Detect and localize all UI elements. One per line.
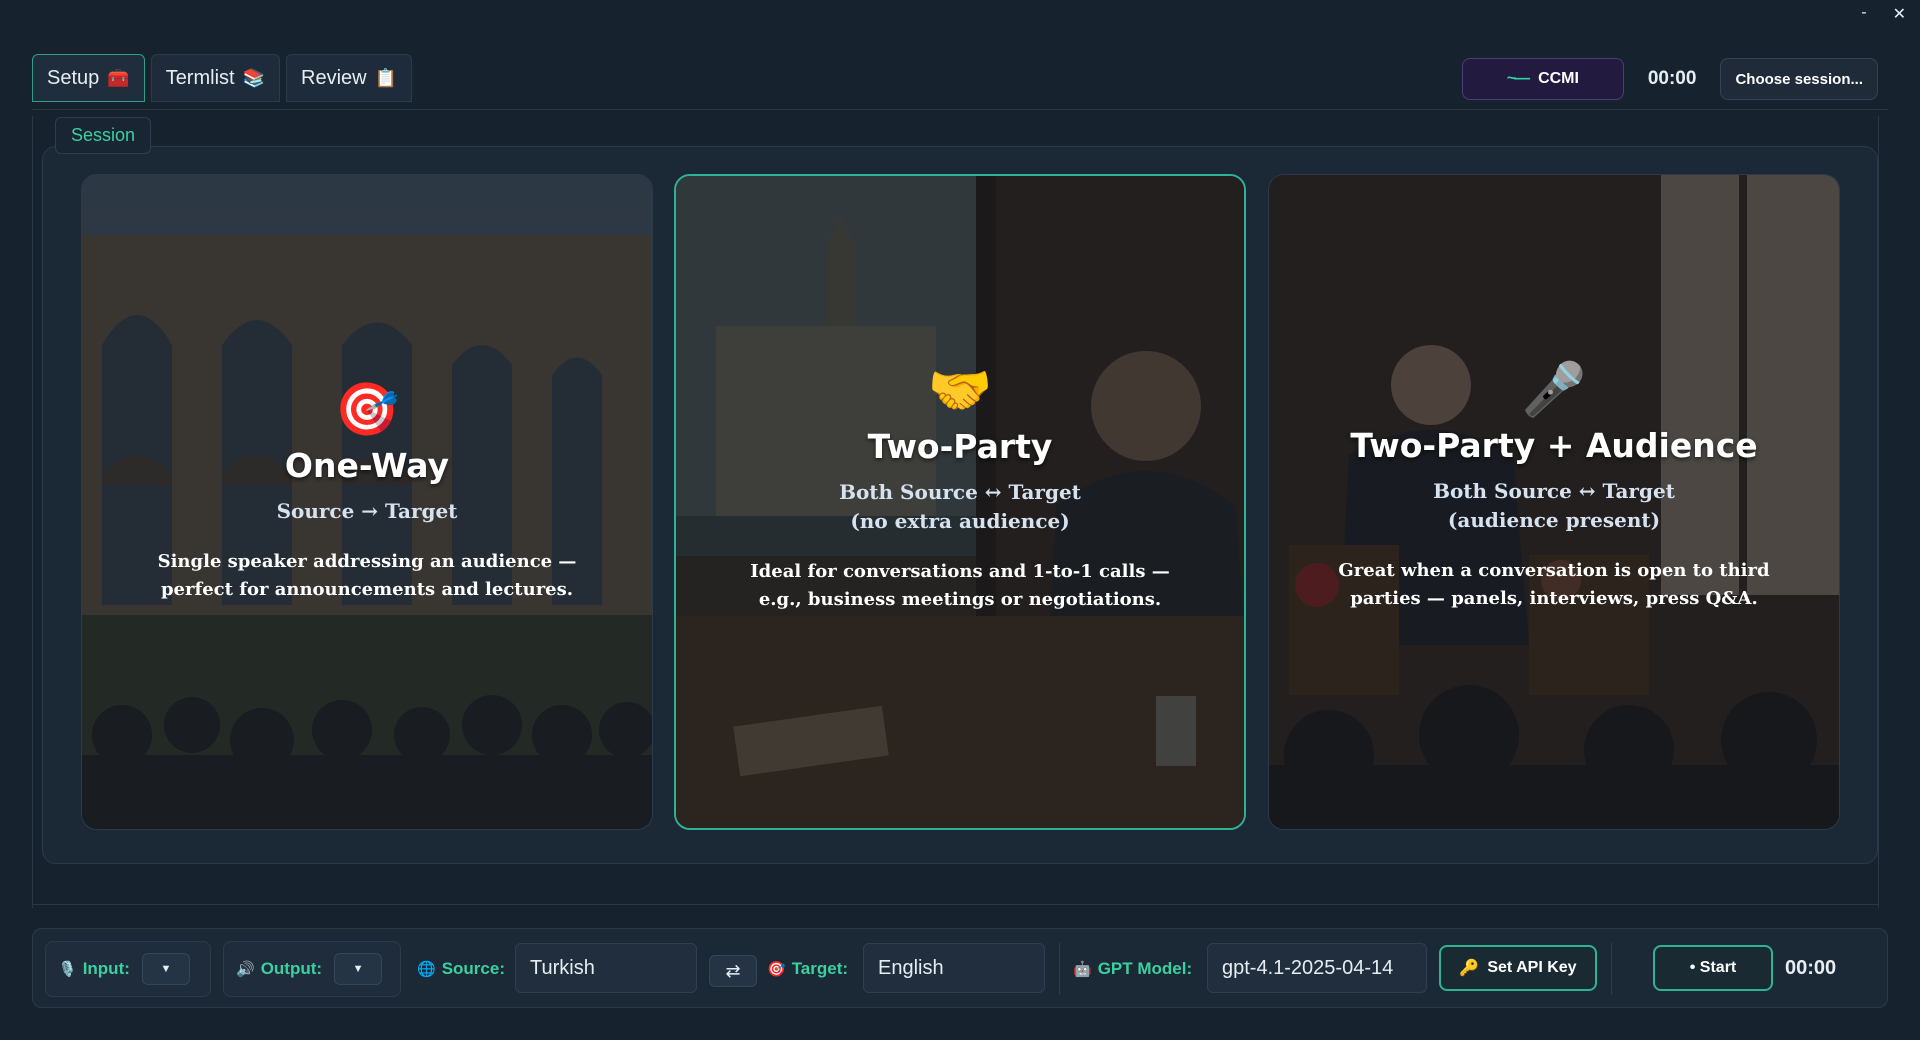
card-content: 🤝 Two-Party Both Source ↔ Target (no ext… xyxy=(676,361,1244,614)
target-icon: 🎯 xyxy=(767,961,786,978)
card-subtitle-line: (audience present) xyxy=(1447,508,1661,532)
card-subtitle: Both Source ↔ Target (audience present) xyxy=(1269,477,1839,535)
card-subtitle: Source → Target xyxy=(276,499,458,523)
target-label: 🎯 Target: xyxy=(767,941,848,997)
brand-button[interactable]: ~— CCMI xyxy=(1461,58,1624,100)
target-icon: 🎯 xyxy=(334,380,400,440)
tab-setup[interactable]: Setup 🧰 xyxy=(32,54,145,102)
tab-bar: Setup 🧰 Termlist 📚 Review 📋 xyxy=(32,54,412,102)
card-content: 🎤 Two-Party + Audience Both Source ↔ Tar… xyxy=(1269,360,1839,613)
output-label: 🔊 Output: xyxy=(236,959,322,979)
section-divider xyxy=(32,904,1878,905)
input-device-dropdown[interactable]: ▼ xyxy=(141,953,190,985)
target-language-select[interactable]: English xyxy=(863,943,1045,993)
source-language-select[interactable]: Turkish xyxy=(515,943,697,993)
mode-card-two-party[interactable]: 🤝 Two-Party Both Source ↔ Target (no ext… xyxy=(674,174,1246,830)
signal-icon: ~— xyxy=(1506,70,1530,87)
key-icon: 🔑 xyxy=(1459,960,1480,977)
robot-icon: 🤖 xyxy=(1073,961,1092,978)
card-subtitle-line: (no extra audience) xyxy=(850,509,1070,533)
elapsed-timer: 00:00 xyxy=(1785,957,1837,979)
model-label-wrap: 🤖 GPT Model: xyxy=(1073,959,1192,979)
card-description-line: perfect for announcements and lectures. xyxy=(160,579,574,600)
globe-icon: 🌐 xyxy=(417,961,436,978)
set-api-key-button[interactable]: 🔑 Set API Key xyxy=(1439,945,1597,991)
choose-session-button[interactable]: Choose session... xyxy=(1720,58,1878,100)
clipboard-icon: 📋 xyxy=(374,67,397,88)
card-subtitle-line: Both Source ↔ Target xyxy=(1433,479,1675,503)
gpt-model-select[interactable]: gpt-4.1-2025-04-14 xyxy=(1207,943,1427,993)
tab-label: Termlist xyxy=(165,66,235,89)
output-device-dropdown[interactable]: ▼ xyxy=(334,953,383,985)
card-subtitle-line: Both Source ↔ Target xyxy=(839,480,1081,504)
target-label-wrap: 🎯 Target: xyxy=(767,959,848,979)
card-description-line: Great when a conversation is open to thi… xyxy=(1338,560,1770,581)
mode-card-two-party-audience[interactable]: 🎤 Two-Party + Audience Both Source ↔ Tar… xyxy=(1268,174,1840,830)
session-group-label: Session xyxy=(55,117,152,154)
window-controls: - ✕ xyxy=(1861,4,1906,24)
output-device-group: 🔊 Output: ▼ xyxy=(223,941,401,997)
card-subtitle: Both Source ↔ Target (no extra audience) xyxy=(676,478,1244,536)
model-label-text: GPT Model: xyxy=(1097,959,1193,978)
swap-languages-button[interactable]: ⇄ xyxy=(709,955,757,987)
tab-label: Setup xyxy=(47,66,100,89)
card-title: One-Way xyxy=(284,446,450,485)
separator xyxy=(1059,943,1060,995)
speaker-icon: 🔊 xyxy=(236,961,255,978)
separator xyxy=(1611,943,1612,995)
card-title: Two-Party + Audience xyxy=(1350,426,1758,465)
card-description-line: e.g., business meetings or negotiations. xyxy=(758,589,1162,610)
card-description-line: Ideal for conversations and 1-to-1 calls… xyxy=(750,561,1170,582)
brand-label: CCMI xyxy=(1538,70,1579,87)
input-label-text: Input: xyxy=(82,959,130,978)
api-key-label: Set API Key xyxy=(1487,959,1577,976)
handshake-icon: 🤝 xyxy=(927,361,993,421)
target-label-text: Target: xyxy=(791,959,849,978)
tab-label: Review xyxy=(301,66,367,89)
tab-review[interactable]: Review 📋 xyxy=(286,54,412,102)
microphone-icon: 🎙️ xyxy=(58,961,77,978)
card-description-line: parties — panels, interviews, press Q&A. xyxy=(1350,588,1758,609)
card-description: Single speaker addressing an audience — … xyxy=(82,548,652,604)
card-title: Two-Party xyxy=(867,427,1053,466)
source-label-wrap: 🌐 Source: xyxy=(417,959,505,979)
mode-card-one-way[interactable]: 🎯 One-Way Source → Target Single speaker… xyxy=(81,174,653,830)
tab-divider xyxy=(32,109,1888,110)
tab-termlist[interactable]: Termlist 📚 xyxy=(150,54,280,102)
card-description-line: Single speaker addressing an audience — xyxy=(157,551,577,572)
close-button[interactable]: ✕ xyxy=(1893,4,1906,24)
minimize-button[interactable]: - xyxy=(1861,4,1866,24)
toolbox-icon: 🧰 xyxy=(107,67,130,88)
microphone-icon: 🎤 xyxy=(1521,360,1587,420)
input-label: 🎙️ Input: xyxy=(58,959,130,979)
card-content: 🎯 One-Way Source → Target Single speaker… xyxy=(82,380,652,604)
header-actions: ~— CCMI 00:00 Choose session... xyxy=(1461,58,1878,100)
card-description: Ideal for conversations and 1-to-1 calls… xyxy=(676,558,1244,614)
control-bar: 🎙️ Input: ▼ 🔊 Output: ▼ 🌐 Source: Turkis… xyxy=(32,928,1888,1008)
session-timer: 00:00 xyxy=(1647,68,1697,89)
source-label: 🌐 Source: xyxy=(417,941,505,997)
card-description: Great when a conversation is open to thi… xyxy=(1269,557,1839,613)
start-button[interactable]: • Start xyxy=(1653,945,1773,991)
output-label-text: Output: xyxy=(260,959,323,978)
source-label-text: Source: xyxy=(441,959,505,978)
model-label: 🤖 GPT Model: xyxy=(1073,941,1192,997)
input-device-group: 🎙️ Input: ▼ xyxy=(45,941,211,997)
books-icon: 📚 xyxy=(242,67,265,88)
